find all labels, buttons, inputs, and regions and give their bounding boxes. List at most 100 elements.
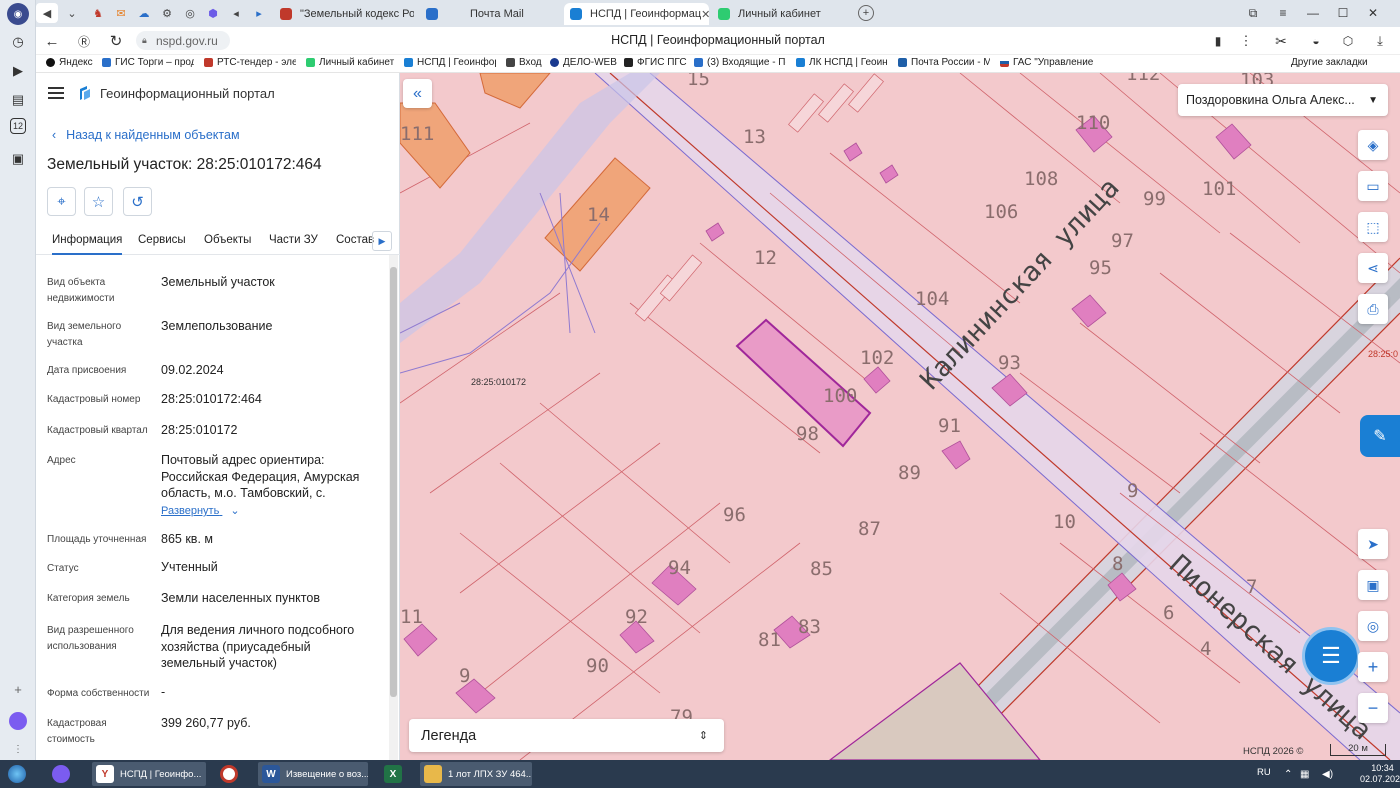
volume-icon[interactable]: ◀) [1318, 762, 1336, 786]
tab-zemelny-kodeks[interactable]: "Земельный кодекс Росс [274, 3, 414, 25]
download-icon[interactable]: ⤓ [1370, 32, 1390, 50]
map-tab-icon[interactable]: ▸ [248, 3, 270, 23]
pin-window-icon[interactable]: ⧉ [1243, 4, 1263, 22]
bookmark-item[interactable]: Вход [506, 57, 546, 68]
maximize-button[interactable]: ☐ [1333, 4, 1353, 22]
tab-objects[interactable]: Объекты [204, 234, 251, 246]
bookmark-item[interactable]: ЛК НСПД | Геоинф [796, 57, 888, 68]
minimize-button[interactable]: — [1303, 4, 1323, 22]
bookmark-item[interactable]: НСПД | Геоинфор [404, 57, 496, 68]
tab-services[interactable]: Сервисы [138, 234, 186, 246]
tab-information[interactable]: Информация [52, 234, 123, 255]
chat-button[interactable]: ☰ [1302, 627, 1360, 685]
more-icon[interactable]: ⋮ [7, 738, 29, 760]
zoom-in-button[interactable]: + [1358, 652, 1388, 682]
scrollbar-thumb[interactable] [390, 267, 397, 697]
bookmark-icon[interactable]: ▮ [1208, 32, 1228, 50]
calendar-icon[interactable]: 12 [10, 118, 26, 134]
pinned-tab-icon[interactable]: ♞ [87, 3, 109, 23]
collapse-panel-button[interactable]: « [403, 79, 432, 108]
tab-mail[interactable]: Почта Mail [420, 3, 560, 25]
start-button[interactable] [4, 762, 36, 786]
video-icon[interactable]: ▶ [7, 60, 29, 82]
bookmark-label: ДЕЛО-WEB [563, 57, 617, 68]
menu-icon[interactable] [48, 87, 64, 99]
sound-tab-icon[interactable]: ◂ [225, 3, 247, 23]
history-icon[interactable]: ◷ [7, 31, 29, 53]
taskbar-label: Извещение о воз... [286, 768, 368, 780]
favorite-button[interactable]: ☆ [84, 187, 113, 216]
double-chevron-left-icon: « [413, 84, 422, 102]
bookmark-item[interactable]: ГИС Торги – прод [102, 57, 194, 68]
bookmark-item[interactable]: РТС-тендер - эле [204, 57, 296, 68]
protect-icon[interactable]: ◒ [1306, 32, 1326, 50]
tab-parts[interactable]: Части ЗУ [269, 234, 318, 246]
expand-address-link[interactable]: Развернуть ⌄ [161, 504, 240, 517]
feedback-widget[interactable]: ✎ [1360, 415, 1400, 457]
taskbar-item-folder[interactable]: 1 лот ЛПХ ЗУ 464... [420, 762, 532, 786]
back-to-results-link[interactable]: ‹ Назад к найденным объектам [52, 128, 240, 142]
new-tab-button[interactable]: + [858, 5, 874, 21]
minimap-button[interactable]: ▣ [1358, 570, 1388, 600]
tab-composition[interactable]: Состав [336, 234, 374, 246]
map-canvas[interactable]: 15 13 111 14 12 110 108 106 101 99 97 95… [400, 73, 1400, 760]
legend-dropdown[interactable]: Легенда ⇕ [409, 719, 724, 752]
geo-search-button[interactable]: ◎ [1358, 611, 1388, 641]
taskbar-app[interactable] [216, 762, 244, 786]
taskbar-item-word[interactable]: W Извещение о воз... [258, 762, 368, 786]
layers-button[interactable]: ◈ [1358, 130, 1388, 160]
clock[interactable]: 10:34 02.07.2026 [1360, 763, 1400, 785]
user-dropdown[interactable]: Поздоровкина Ольга Алекс... ▼ [1178, 84, 1388, 116]
minimap-icon: ▣ [1366, 576, 1380, 593]
ruler-button[interactable]: ▭ [1358, 171, 1388, 201]
taskbar-alice[interactable] [48, 762, 76, 786]
print-button[interactable]: ⎙ [1358, 294, 1388, 324]
field-label: Дата присвоения [47, 365, 127, 376]
extensions-icon[interactable]: ⬡ [1338, 32, 1358, 50]
network-icon[interactable]: ▦ [1296, 762, 1314, 786]
tab-menu-icon[interactable]: ≡ [1273, 4, 1293, 22]
browser-logo-icon[interactable]: ◉ [7, 3, 29, 25]
bookmark-item[interactable]: Почта России - М [898, 57, 990, 68]
page-menu-icon[interactable]: ⋮ [1236, 32, 1256, 50]
alice-icon[interactable] [9, 712, 27, 730]
svg-text:15: 15 [687, 73, 710, 90]
history-button[interactable]: ↺ [123, 187, 152, 216]
gear-tab-icon[interactable]: ⚙ [156, 3, 178, 23]
tab-list-icon[interactable]: ⌄ [61, 3, 83, 23]
language-indicator[interactable]: RU [1257, 767, 1271, 778]
close-window-button[interactable]: ✕ [1363, 4, 1383, 22]
share-button[interactable]: ⋖ [1358, 253, 1388, 283]
bookmark-item[interactable]: ДЕЛО-WEB [550, 57, 620, 68]
extension-icon[interactable]: ✂ [1271, 32, 1291, 50]
share-icon: ⋖ [1367, 259, 1379, 276]
taskbar-excel[interactable]: X [380, 762, 408, 786]
bookmark-item[interactable]: ФГИС ПГС [624, 57, 690, 68]
tab-lichny-kabinet[interactable]: Личный кабинет [712, 3, 852, 25]
add-panel-icon[interactable]: + [7, 678, 29, 700]
cloud-tab-icon[interactable]: ☁ [133, 3, 155, 23]
panel-scrollbar[interactable] [389, 255, 398, 760]
bookmark-item[interactable]: (3) Входящие - По [694, 57, 786, 68]
clock-date: 02.07.2026 [1360, 774, 1400, 784]
other-bookmarks[interactable]: Другие закладки [1291, 57, 1389, 68]
tab-nspd[interactable]: НСПД | Геоинформац ✕ [564, 3, 709, 25]
pinned-tab[interactable]: ◀ [36, 3, 58, 23]
other-bookmarks-label: Другие закладки [1291, 57, 1368, 68]
screenshot-icon[interactable]: ▣ [7, 148, 29, 170]
notes-icon[interactable]: ▤ [7, 89, 29, 111]
mail-tab-icon[interactable]: ✉ [110, 3, 132, 23]
my-location-button[interactable]: ➤ [1358, 529, 1388, 559]
field-label: Статус [47, 563, 79, 574]
tabs-next-button[interactable]: ▶ [372, 231, 392, 251]
globe-tab-icon[interactable]: ◎ [179, 3, 201, 23]
bookmark-item[interactable]: Яндекс [46, 57, 104, 68]
close-tab-icon[interactable]: ✕ [701, 8, 709, 21]
taskbar-item-browser[interactable]: Y НСПД | Геоинфо... [92, 762, 206, 786]
bookmark-item[interactable]: Личный кабинет [306, 57, 398, 68]
zoom-out-button[interactable]: − [1358, 693, 1388, 723]
select-area-button[interactable]: ⬚ [1358, 212, 1388, 242]
bookmark-item[interactable]: ГАС "Управление [1000, 57, 1094, 68]
shield-tab-icon[interactable]: ⬢ [202, 3, 224, 23]
locate-on-map-button[interactable]: ⌖ [47, 187, 76, 216]
